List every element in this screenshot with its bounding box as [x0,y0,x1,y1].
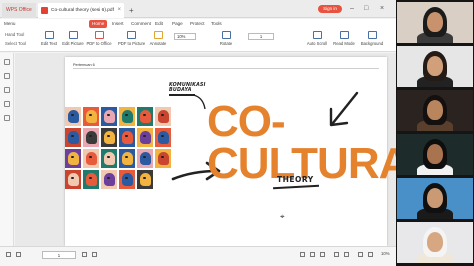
zoom-in-icon[interactable] [368,252,373,257]
edit-text-icon [44,31,54,39]
participant-face [427,232,443,252]
new-tab-icon[interactable]: + [129,3,134,18]
status-bar: 1 10% [0,246,396,266]
pdf-to-office-icon [94,31,104,39]
tab-edit[interactable]: Edit [155,19,163,29]
zoom-out-icon[interactable] [358,252,363,257]
mouse-cursor-icon: ⌖ [280,212,285,221]
search-icon[interactable] [4,115,10,121]
title-bar: WPS Office Co-cultural theory (sesi 6).p… [0,0,396,18]
participant-face [427,188,443,208]
bookmark-icon[interactable] [4,73,10,79]
minimize-icon[interactable]: – [350,3,354,15]
thumbnail-icon[interactable] [4,59,10,65]
close-tab-icon[interactable]: × [117,3,121,18]
last-page-icon[interactable] [92,252,97,257]
auto-scroll-icon [312,31,322,39]
double-page-view-icon[interactable] [310,252,315,257]
edit-picture-button[interactable]: Edit Picture [60,30,86,51]
tab-home[interactable]: Home [89,20,108,28]
tab-page[interactable]: Page [172,19,183,29]
document-tab-label: Co-cultural theory (sesi 6).pdf [51,8,114,13]
left-sidebar [0,53,14,246]
document-viewer[interactable]: Pertemuan 6 KOMUNIKASI BUDAYA CO- CULTUR… [15,53,396,246]
tab-comment[interactable]: Comment [131,19,151,29]
select-tool-button[interactable]: Select Tool [5,41,26,46]
participant-face [427,144,443,164]
rotate-button[interactable]: Rotate [213,30,239,51]
pdf-to-picture-button[interactable]: PDF to Picture [118,30,145,51]
edit-text-button[interactable]: Edit Text [36,30,62,51]
attachment-icon[interactable] [4,87,10,93]
continuous-view-icon[interactable] [320,252,325,257]
wps-pdf-window: WPS Office Co-cultural theory (sesi 6).p… [0,0,396,266]
curved-arrow-icon [192,94,206,110]
tab-insert[interactable]: Insert [112,19,124,29]
status-page-field[interactable]: 1 [42,251,76,259]
participant-face [427,100,443,120]
pdf-to-office-button[interactable]: PDF to Office [86,30,112,51]
annotate-button[interactable]: Annotate [145,30,171,51]
document-tab[interactable]: Co-cultural theory (sesi 6).pdf × [38,3,124,18]
participant-face [427,12,443,32]
pdf-to-picture-icon [126,31,136,39]
auto-scroll-button[interactable]: Auto Scroll [304,30,330,51]
single-page-view-icon[interactable] [300,252,305,257]
pdf-file-icon [41,7,48,14]
sign-in-button[interactable]: Sign in [318,5,342,13]
tab-tools[interactable]: Tools [211,19,222,29]
participant-video-tile[interactable] [397,178,473,219]
title-line-co: CO- [207,97,286,146]
participant-video-tile[interactable] [397,222,473,263]
diagonal-arrow-icon [331,91,359,125]
maximize-icon[interactable]: □ [364,3,368,15]
prev-page-icon[interactable] [16,252,21,257]
video-call-gallery [396,0,474,266]
background-button[interactable]: Background [359,30,385,51]
tab-protect[interactable]: Protect [190,19,205,29]
participant-video-tile[interactable] [397,46,473,87]
read-mode-button[interactable]: Read Mode [331,30,357,51]
first-page-icon[interactable] [6,252,11,257]
page-number-field[interactable]: 1 [248,33,274,40]
wps-office-tab[interactable]: WPS Office [2,3,36,18]
background-icon [367,31,377,39]
hand-tool-button[interactable]: Hand Tool [5,32,24,37]
menu-button[interactable]: Menu [4,19,16,29]
next-page-icon[interactable] [82,252,87,257]
menu-bar: Menu Home Insert Comment Edit Page Prote… [0,19,396,29]
participant-video-tile[interactable] [397,90,473,131]
annotate-icon [153,31,163,39]
participant-face [427,56,443,76]
pdf-page: Pertemuan 6 KOMUNIKASI BUDAYA CO- CULTUR… [65,57,396,246]
fit-page-icon[interactable] [344,252,349,257]
status-zoom-label: 10% [381,251,390,256]
close-window-icon[interactable]: × [380,3,384,15]
comment-icon[interactable] [4,101,10,107]
read-mode-icon [339,31,349,39]
zoom-field[interactable]: 10% [174,33,196,40]
theory-subtitle: THEORY [277,175,314,184]
fit-width-icon[interactable] [334,252,339,257]
ribbon-toolbar: Hand Tool Select Tool Edit Text Edit Pic… [0,29,396,52]
participant-video-tile[interactable] [397,134,473,175]
participant-video-tile[interactable] [397,2,473,43]
edit-picture-icon [68,31,78,39]
rotate-icon [221,31,231,39]
